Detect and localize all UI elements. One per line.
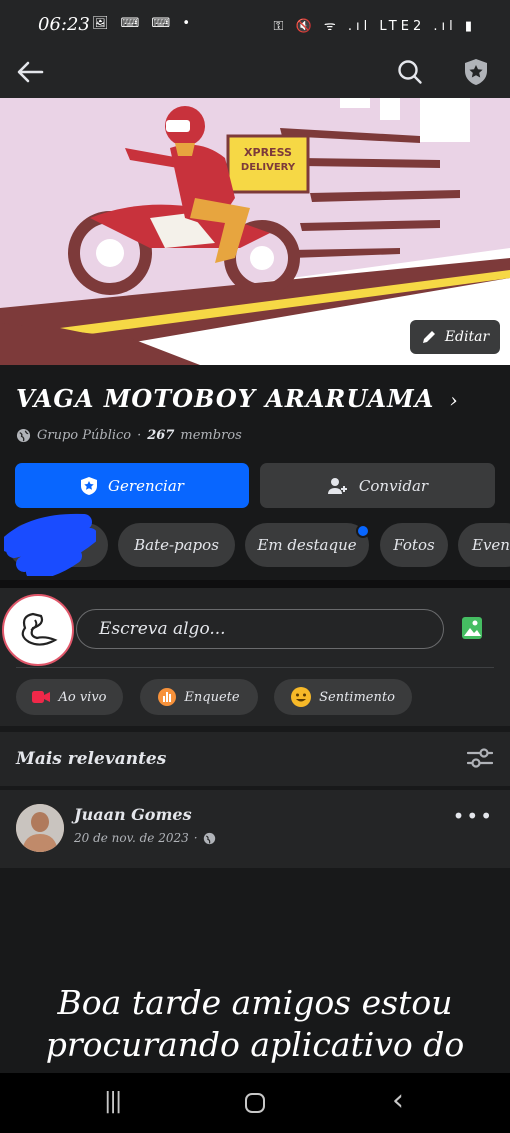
invite-label: Convidar — [358, 476, 429, 495]
write-post-input[interactable]: Escreva algo... — [76, 609, 444, 649]
photo-icon[interactable] — [461, 616, 483, 640]
tab-events-label: Even — [472, 536, 510, 554]
shield-star-icon — [81, 476, 98, 495]
tab-featured[interactable]: Em destaque — [245, 523, 369, 567]
tab-photos-label: Fotos — [393, 536, 435, 554]
edit-cover-label: Editar — [444, 329, 490, 345]
globe-icon — [203, 832, 215, 844]
new-content-dot — [356, 524, 370, 538]
notification-icons: 🖼 ⌨ ⌨ • — [92, 16, 195, 31]
poll-icon — [158, 688, 177, 706]
back-arrow-icon[interactable] — [12, 54, 48, 90]
manage-button[interactable]: Gerenciar — [15, 463, 249, 508]
edit-cover-button[interactable]: Editar — [410, 320, 500, 354]
video-camera-icon — [32, 691, 51, 703]
tab-chats-label: Bate-papos — [134, 536, 219, 554]
author-avatar[interactable] — [16, 804, 64, 852]
admin-shield-icon[interactable] — [458, 54, 494, 90]
filter-sliders-icon[interactable] — [467, 747, 493, 769]
post-date[interactable]: 20 de nov. de 2023 — [74, 831, 189, 845]
group-meta: Grupo Público · 267 membros — [16, 428, 242, 443]
system-navbar: ||| ‹ — [0, 1073, 510, 1133]
system-icons: ⚿ 🔇 ᯤ .ıl LTE2 .ıl ▮ — [273, 19, 476, 34]
svg-text:DELIVERY: DELIVERY — [241, 162, 296, 173]
members-count[interactable]: 267 — [147, 428, 174, 443]
post-text: Boa tarde amigos estou procurando aplica… — [45, 983, 465, 1064]
live-label: Ao vivo — [58, 689, 107, 705]
feeling-label: Sentimento — [319, 689, 395, 705]
pencil-icon — [422, 331, 435, 343]
top-bar — [0, 50, 510, 98]
live-button[interactable]: Ao vivo — [16, 679, 123, 715]
search-icon[interactable] — [392, 54, 428, 90]
group-name-text: VAGA MOTOBOY ARARUAMA — [16, 384, 435, 413]
svg-text:XPRESS: XPRESS — [244, 146, 292, 159]
home-icon[interactable] — [245, 1093, 265, 1113]
feeling-button[interactable]: Sentimento — [274, 679, 412, 715]
more-options-icon[interactable]: ••• — [453, 804, 494, 828]
profile-avatar[interactable] — [2, 594, 74, 666]
profile-logo-icon — [21, 612, 58, 646]
tab-featured-label: Em destaque — [257, 536, 357, 554]
write-post-placeholder: Escreva algo... — [99, 619, 226, 639]
smiley-icon — [291, 687, 312, 707]
post-author[interactable]: Juaan Gomes — [74, 805, 192, 824]
redaction-scribble — [4, 513, 96, 576]
tab-photos[interactable]: Fotos — [380, 523, 448, 567]
post-meta: 20 de nov. de 2023 · — [74, 831, 216, 845]
invite-button[interactable]: Convidar — [260, 463, 495, 508]
post-header — [0, 790, 510, 868]
tab-chats[interactable]: Bate-papos — [118, 523, 235, 567]
chevron-right-icon: › — [449, 388, 459, 412]
tab-events[interactable]: Even — [458, 523, 510, 567]
section-divider — [0, 580, 510, 588]
group-privacy: Grupo Público — [37, 428, 132, 443]
back-icon[interactable]: ‹ — [392, 1083, 404, 1118]
members-label[interactable]: membros — [180, 428, 241, 443]
meta-separator: · — [137, 428, 142, 443]
group-name[interactable]: VAGA MOTOBOY ARARUAMA › — [16, 384, 459, 413]
sort-label[interactable]: Mais relevantes — [16, 749, 166, 769]
status-time: 06:23 — [38, 14, 90, 35]
globe-icon — [16, 428, 31, 443]
poll-button[interactable]: Enquete — [140, 679, 258, 715]
manage-label: Gerenciar — [108, 476, 184, 495]
post-meta-separator: · — [193, 831, 198, 845]
status-bar: 06:23 🖼 ⌨ ⌨ • ⚿ 🔇 ᯤ .ıl LTE2 .ıl ▮ — [0, 0, 510, 50]
add-person-icon — [327, 477, 347, 494]
recents-icon[interactable]: ||| — [104, 1089, 122, 1114]
composer-divider — [16, 667, 494, 668]
poll-label: Enquete — [184, 689, 240, 705]
